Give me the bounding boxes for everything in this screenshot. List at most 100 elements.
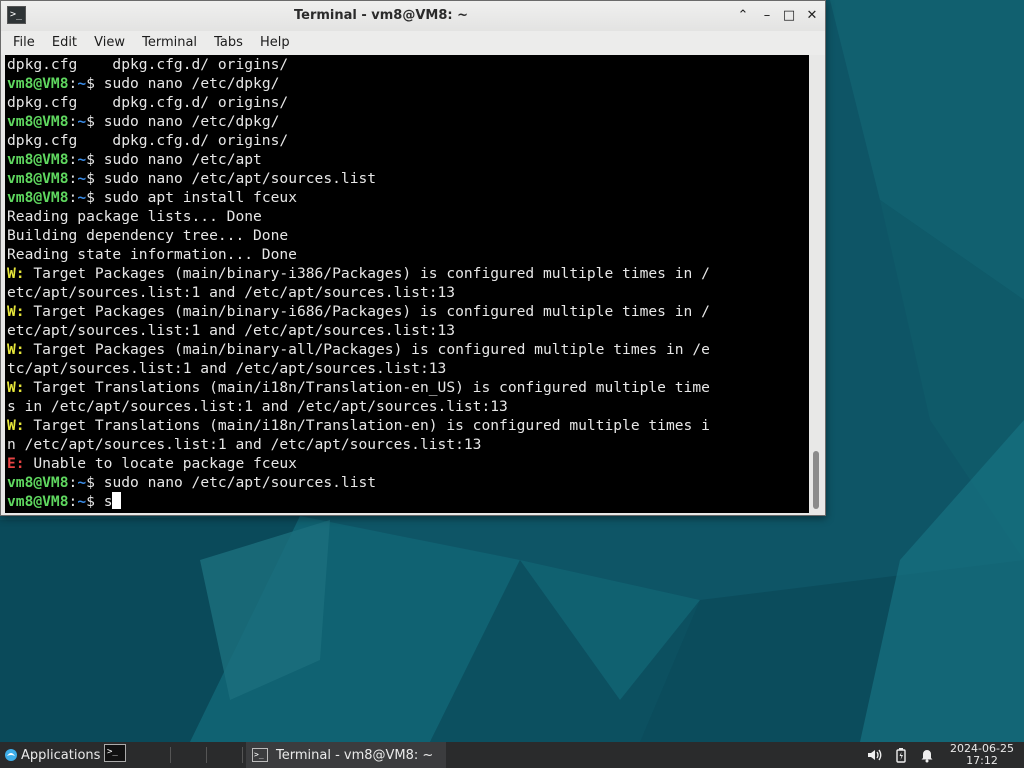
terminal-line: Reading package lists... Done [7,207,809,226]
prompt-dollar: $ [86,474,104,491]
applications-menu-button[interactable]: Applications [0,742,100,768]
prompt-user: vm8@VM8 [7,75,69,92]
warning-tag: W: [7,303,25,320]
terminal-line: vm8@VM8:~$ sudo nano /etc/apt/sources.li… [7,169,809,188]
terminal-line: tc/apt/sources.list:1 and /etc/apt/sourc… [7,359,809,378]
prompt-path: ~ [77,113,87,130]
output-text: etc/apt/sources.list:1 and /etc/apt/sour… [7,322,456,339]
prompt-dollar: $ [86,189,104,206]
output-text: Building dependency tree... Done [7,227,289,244]
prompt-separator: : [68,493,78,510]
prompt-separator: : [68,113,78,130]
taskbar-separator [206,747,207,763]
prompt-path: ~ [77,170,87,187]
terminal-output[interactable]: dpkg.cfg dpkg.cfg.d/ origins/vm8@VM8:~$ … [5,55,809,513]
message-text: Target Packages (main/binary-i386/Packag… [24,265,710,282]
terminal-text: dpkg.cfg dpkg.cfg.d/ origins/vm8@VM8:~$ … [5,55,809,511]
prompt-user: vm8@VM8 [7,189,69,206]
terminal-line: etc/apt/sources.list:1 and /etc/apt/sour… [7,321,809,340]
prompt-separator: : [68,474,78,491]
terminal-line: dpkg.cfg dpkg.cfg.d/ origins/ [7,131,809,150]
terminal-line: E: Unable to locate package fceux [7,454,809,473]
terminal-line: W: Target Packages (main/binary-i386/Pac… [7,264,809,283]
prompt-user: vm8@VM8 [7,170,69,187]
output-text: n /etc/apt/sources.list:1 and /etc/apt/s… [7,436,482,453]
prompt-separator: : [68,170,78,187]
prompt-path: ~ [77,75,87,92]
prompt-dollar: $ [86,113,104,130]
terminal-line: W: Target Packages (main/binary-i686/Pac… [7,302,809,321]
menu-terminal[interactable]: Terminal [136,31,203,55]
menu-bar: File Edit View Terminal Tabs Help [1,31,825,55]
terminal-line: W: Target Packages (main/binary-all/Pack… [7,340,809,359]
xfce-logo-icon [5,749,17,761]
warning-tag: W: [7,417,25,434]
taskbar: Applications >_ >_ Terminal - vm8@VM8: ~… [0,742,1024,768]
maximize-icon: □ [782,8,796,23]
terminal-line: vm8@VM8:~$ s [7,492,809,511]
clock-time: 17:12 [966,754,998,767]
minimize-button[interactable]: – [759,8,775,24]
terminal-line: vm8@VM8:~$ sudo nano /etc/apt [7,150,809,169]
warning-tag: W: [7,341,25,358]
message-text: Target Packages (main/binary-i686/Packag… [24,303,710,320]
scrollbar-thumb[interactable] [813,451,819,509]
output-text: dpkg.cfg dpkg.cfg.d/ origins/ [7,132,289,149]
command-text: sudo nano /etc/apt/sources.list [103,474,377,491]
prompt-separator: : [68,189,78,206]
terminal-line: n /etc/apt/sources.list:1 and /etc/apt/s… [7,435,809,454]
terminal-line: s in /etc/apt/sources.list:1 and /etc/ap… [7,397,809,416]
chevron-up-icon: ⌃ [737,8,749,23]
prompt-path: ~ [77,493,87,510]
terminal-line: Reading state information... Done [7,245,809,264]
output-text: Reading package lists... Done [7,208,262,225]
terminal-line: W: Target Translations (main/i18n/Transl… [7,416,809,435]
prompt-dollar: $ [86,151,104,168]
prompt-path: ~ [77,474,87,491]
message-text: Target Translations (main/i18n/Translati… [24,417,710,434]
menu-file[interactable]: File [7,31,41,55]
window-titlebar[interactable]: >_ Terminal - vm8@VM8: ~ ⌃ – □ ✕ [1,1,825,31]
menu-tabs[interactable]: Tabs [208,31,249,55]
prompt-user: vm8@VM8 [7,151,69,168]
text-cursor [112,492,122,509]
menu-help[interactable]: Help [254,31,296,55]
terminal-scrollbar[interactable] [809,55,823,513]
message-text: Unable to locate package fceux [24,455,297,472]
terminal-line: dpkg.cfg dpkg.cfg.d/ origins/ [7,55,809,74]
close-button[interactable]: ✕ [804,8,820,24]
command-text: s [103,493,113,510]
output-text: tc/apt/sources.list:1 and /etc/apt/sourc… [7,360,447,377]
menu-view[interactable]: View [88,31,131,55]
terminal-window[interactable]: >_ Terminal - vm8@VM8: ~ ⌃ – □ ✕ File Ed… [0,0,826,516]
terminal-line: W: Target Translations (main/i18n/Transl… [7,378,809,397]
output-text: etc/apt/sources.list:1 and /etc/apt/sour… [7,284,456,301]
maximize-button[interactable]: □ [781,8,797,24]
terminal-line: dpkg.cfg dpkg.cfg.d/ origins/ [7,93,809,112]
prompt-path: ~ [77,189,87,206]
terminal-line: Building dependency tree... Done [7,226,809,245]
message-text: Target Packages (main/binary-all/Package… [24,341,710,358]
window-title: Terminal - vm8@VM8: ~ [293,8,469,23]
output-text: s in /etc/apt/sources.list:1 and /etc/ap… [7,398,508,415]
prompt-dollar: $ [86,75,104,92]
command-text: sudo nano /etc/dpkg/ [103,113,280,130]
collapse-button[interactable]: ⌃ [735,8,751,24]
prompt-user: vm8@VM8 [7,474,69,491]
warning-tag: W: [7,265,25,282]
command-text: sudo nano /etc/dpkg/ [103,75,280,92]
menu-edit[interactable]: Edit [46,31,83,55]
prompt-path: ~ [77,151,87,168]
terminal-icon: >_ [252,748,268,762]
applications-label: Applications [21,747,101,763]
volume-icon[interactable] [866,747,882,763]
taskbar-window-terminal[interactable]: >_ Terminal - vm8@VM8: ~ [246,742,446,768]
terminal-line: etc/apt/sources.list:1 and /etc/apt/sour… [7,283,809,302]
terminal-line: vm8@VM8:~$ sudo nano /etc/dpkg/ [7,112,809,131]
terminal-line: vm8@VM8:~$ sudo apt install fceux [7,188,809,207]
bell-icon[interactable] [919,747,935,763]
clock[interactable]: 2024-06-25 17:12 [946,742,1018,767]
taskbar-separator [170,747,171,763]
battery-icon[interactable] [893,747,909,763]
terminal-launcher-icon[interactable]: >_ [104,744,126,762]
